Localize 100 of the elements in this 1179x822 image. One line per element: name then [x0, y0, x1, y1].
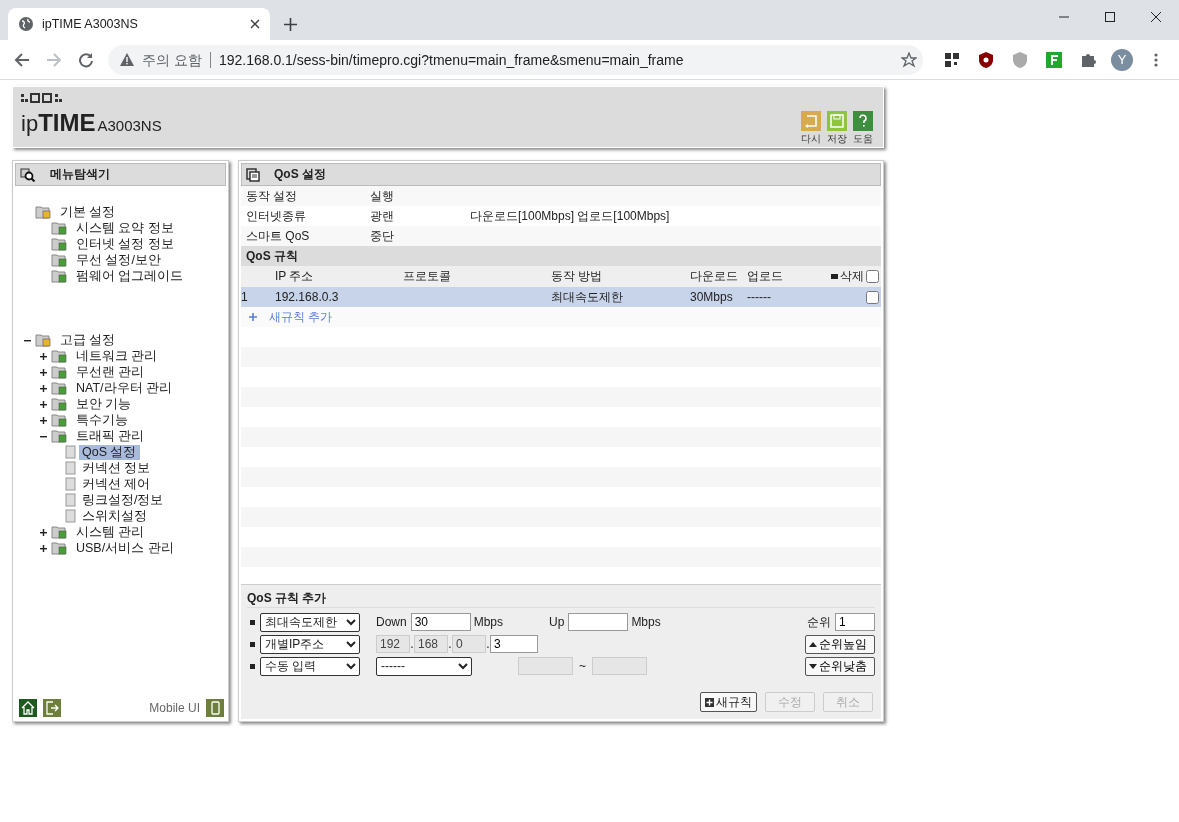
menu-item[interactable]: 네트워크 관리: [73, 348, 161, 364]
table-cell-text: ------: [747, 290, 772, 304]
table-cell-text: 1: [241, 290, 249, 304]
triangle-up-icon: [809, 641, 817, 647]
page-icon: [65, 445, 77, 459]
expand-icon[interactable]: [39, 352, 47, 360]
menu-item[interactable]: NAT/라우터 관리: [73, 380, 176, 396]
logo-text: ipTIME: [21, 109, 96, 137]
menu-item[interactable]: 시스템 관리: [73, 524, 148, 540]
mobile-ui-link[interactable]: Mobile UI: [149, 701, 200, 715]
menu-item[interactable]: USB/서비스 관리: [73, 540, 177, 556]
select-all-checkbox[interactable]: [866, 270, 879, 283]
expand-icon[interactable]: [39, 528, 47, 536]
priority-up-button[interactable]: 순위높임: [805, 634, 875, 654]
status-value: 실행: [370, 187, 395, 205]
priority-down-button[interactable]: 순위낮춤: [805, 656, 875, 676]
mode-select[interactable]: 최대속도제한: [260, 612, 360, 632]
expand-icon[interactable]: [39, 384, 47, 392]
column-header: 프로토콜: [403, 268, 452, 285]
menu-item[interactable]: 무선 설정/보안: [73, 252, 164, 268]
plus-box-icon: [705, 697, 714, 707]
bullet-icon: [250, 641, 255, 647]
maximize-icon[interactable]: [1105, 12, 1115, 22]
logout-button[interactable]: [43, 699, 61, 717]
row-highlight[interactable]: [241, 287, 881, 307]
priority-input[interactable]: 1: [835, 613, 875, 631]
mobile-button[interactable]: [206, 699, 224, 717]
model-name: A3003NS: [97, 117, 162, 134]
page-icon: [65, 509, 77, 523]
menu-item[interactable]: 보안 기능: [73, 396, 135, 412]
menu-item[interactable]: 특수기능: [73, 412, 131, 428]
menu-item[interactable]: 고급 설정: [57, 332, 119, 348]
column-header: 다운로드: [690, 268, 739, 285]
column-header: 동작 방법: [551, 268, 604, 285]
menu-item[interactable]: 커넥션 제어: [79, 476, 154, 492]
ip-octet-input[interactable]: 3: [490, 635, 538, 653]
back-icon[interactable]: [14, 51, 30, 68]
star-icon[interactable]: [901, 51, 917, 68]
globe-icon: [18, 16, 34, 32]
ip-separator: .: [410, 637, 414, 651]
row-checkbox[interactable]: [866, 290, 879, 304]
section-header: QoS 규칙: [241, 246, 881, 266]
reload-icon[interactable]: [78, 51, 94, 68]
page-icon: [65, 493, 77, 507]
column-header: 업로드: [747, 268, 784, 285]
status-value: 중단: [370, 227, 395, 245]
bullet-icon: [250, 619, 255, 625]
table-cell-text: 최대속도제한: [551, 288, 624, 306]
expand-icon[interactable]: [39, 544, 47, 552]
menu-item[interactable]: 인터넷 설정 정보: [73, 236, 177, 252]
sidebar-title: 메뉴탐색기: [50, 166, 110, 183]
document-icon: [246, 167, 260, 182]
page-icon: [65, 477, 77, 491]
expand-icon[interactable]: [39, 368, 47, 376]
field-label: 순위: [807, 613, 831, 631]
expand-icon[interactable]: [39, 400, 47, 408]
menu-item[interactable]: 펌웨어 업그레이드: [73, 268, 187, 284]
ip-separator: .: [448, 637, 452, 651]
close-icon[interactable]: [1151, 12, 1161, 22]
browser-tab[interactable]: ipTIME A3003NS: [8, 8, 270, 40]
field-label: Down: [376, 615, 407, 629]
bullet-icon: [250, 663, 255, 669]
warning-icon: [120, 53, 134, 66]
column-header: 삭제: [840, 268, 864, 285]
upload-input[interactable]: [568, 613, 629, 631]
address-bar[interactable]: 주의 요함 192.168.0.1/sess-bin/timepro.cgi?tmenu=main_frame&smenu=main_frame: [108, 44, 923, 75]
menu-item[interactable]: QoS 설정: [79, 444, 140, 460]
table-cell-text: 30Mbps: [690, 290, 734, 304]
menu-item[interactable]: 기본 설정: [57, 204, 119, 220]
menu-item[interactable]: 스위치설정: [79, 508, 150, 524]
triangle-down-icon: [809, 663, 817, 669]
form-button[interactable]: 새규칙: [700, 692, 757, 712]
expand-icon[interactable]: [39, 416, 47, 424]
menu-item[interactable]: 링크설정/정보: [79, 492, 167, 508]
status-label: 동작 설정: [246, 187, 299, 205]
ip-separator: .: [486, 637, 490, 651]
status-value: 광랜: [370, 207, 395, 225]
menu-item[interactable]: 시스템 요약 정보: [73, 220, 177, 236]
column-header: IP 주소: [275, 268, 315, 285]
port-select[interactable]: ------: [376, 656, 472, 676]
new-tab-icon[interactable]: [283, 17, 297, 31]
address-select[interactable]: 개별IP주소: [260, 634, 360, 654]
url-text: 192.168.0.1/sess-bin/timepro.cgi?tmenu=main_frame&smenu=main_frame: [218, 51, 685, 68]
close-icon[interactable]: [250, 19, 260, 29]
form-title: QoS 규칙 추가: [247, 589, 875, 608]
add-rule-link[interactable]: 새규칙 추가: [269, 308, 333, 326]
unit-label: Mbps: [631, 615, 661, 629]
minus-icon: [831, 274, 838, 279]
menu-item[interactable]: 무선랜 관리: [73, 364, 148, 380]
protocol-select[interactable]: 수동 입력: [260, 656, 360, 676]
home-button[interactable]: [19, 699, 37, 717]
panel-title: QoS 설정: [274, 166, 326, 183]
menu-item[interactable]: 커넥션 정보: [79, 460, 154, 476]
page-icon: [65, 461, 77, 475]
status-detail: 다운로드[100Mbps] 업로드[100Mbps]: [470, 207, 671, 225]
table-cell-text: 192.168.0.3: [275, 290, 340, 304]
download-input[interactable]: 30: [410, 613, 471, 631]
status-label: 인터넷종류: [246, 207, 307, 225]
menu-item[interactable]: 트래픽 관리: [73, 428, 148, 444]
search-icon: [20, 167, 36, 182]
